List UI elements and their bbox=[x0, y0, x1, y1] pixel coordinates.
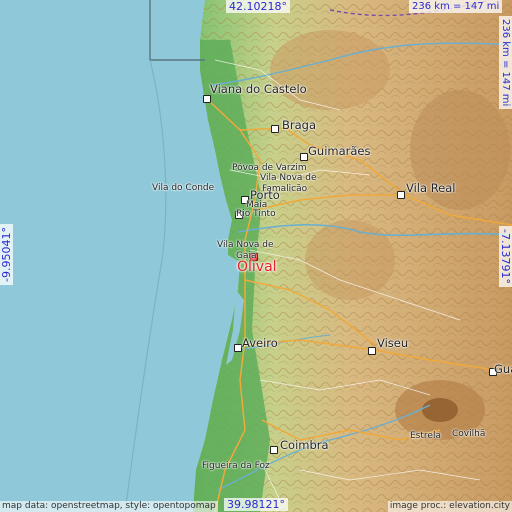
label-guimaraes: Guimarães bbox=[308, 144, 371, 158]
scale-horizontal: 236 km = 147 mi bbox=[409, 0, 503, 13]
label-vila-real: Vila Real bbox=[406, 181, 456, 195]
label-estrela: Estrela bbox=[410, 431, 441, 441]
topographic-map[interactable]: Viana do Castelo Braga Guimarães Póvoa d… bbox=[0, 0, 512, 512]
scale-vertical: 236 km = 147 mi bbox=[499, 16, 512, 110]
label-gaia-1: Vila Nova de bbox=[217, 240, 274, 250]
city-marker bbox=[368, 347, 376, 355]
credit-map-data: map data: openstreetmap, style: opentopo… bbox=[0, 501, 218, 512]
city-marker bbox=[234, 344, 242, 352]
label-figueira: Figueira da Foz bbox=[202, 461, 270, 471]
bottom-latitude-label: 39.98121° bbox=[224, 498, 288, 511]
label-viseu: Viseu bbox=[377, 336, 409, 350]
label-rio-tinto: Rio Tinto bbox=[236, 209, 276, 219]
city-marker bbox=[300, 153, 308, 161]
label-coimbra: Coimbra bbox=[280, 438, 329, 452]
label-viana: Viana do Castelo bbox=[210, 82, 307, 96]
city-marker bbox=[397, 191, 405, 199]
label-vila-do-conde: Vila do Conde bbox=[152, 183, 215, 193]
top-latitude-label: 42.10218° bbox=[226, 0, 290, 13]
left-longitude-label: -9.95041° bbox=[0, 224, 13, 285]
credit-image-proc: image proc.: elevation.city bbox=[387, 501, 512, 512]
label-braga: Braga bbox=[282, 118, 317, 132]
right-longitude-label: -7.13791° bbox=[499, 226, 512, 287]
label-porto: Porto bbox=[250, 188, 280, 202]
label-famalicao-1: Vila Nova de bbox=[260, 173, 317, 183]
city-marker bbox=[203, 95, 211, 103]
label-aveiro: Aveiro bbox=[242, 336, 278, 350]
highlight-place-label[interactable]: Olival bbox=[237, 259, 277, 275]
label-covilha: Covilhã bbox=[452, 429, 486, 439]
city-marker bbox=[271, 125, 279, 133]
city-marker bbox=[270, 446, 278, 454]
label-guarda: Gua bbox=[494, 362, 512, 376]
